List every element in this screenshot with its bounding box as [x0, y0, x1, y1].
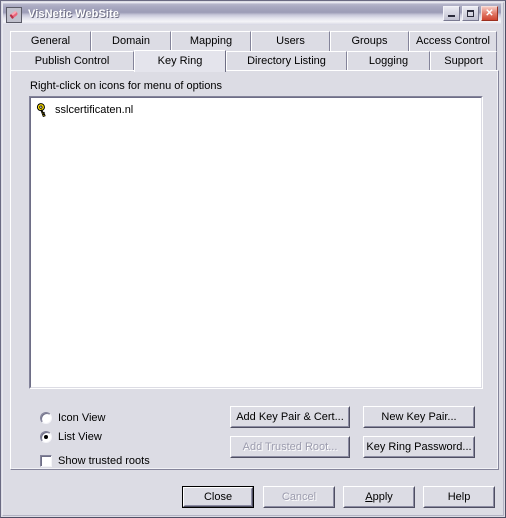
key-ring-password-label: Key Ring Password...: [364, 437, 474, 457]
tab-users[interactable]: Users: [251, 31, 330, 51]
maximize-button[interactable]: [462, 6, 479, 21]
minimize-icon: [448, 15, 455, 17]
panel-hint-text: Right-click on icons for menu of options: [30, 80, 222, 92]
radio-icon-view[interactable]: Icon View: [40, 408, 150, 427]
tab-key-ring[interactable]: Key Ring: [134, 50, 226, 72]
checkbox-show-trusted-roots[interactable]: Show trusted roots: [40, 451, 150, 470]
window-controls: ✕: [443, 6, 498, 21]
tab-label: Support: [444, 55, 483, 67]
tab-publish-control[interactable]: Publish Control: [10, 51, 134, 71]
tab-label: Groups: [351, 35, 388, 47]
radio-list-view-indicator[interactable]: [40, 430, 52, 443]
help-button[interactable]: Help: [423, 486, 495, 508]
close-dialog-button[interactable]: Close: [182, 486, 254, 508]
list-item-label: sslcertificaten.nl: [55, 104, 134, 116]
tab-label: Users: [276, 35, 305, 47]
radio-list-view[interactable]: List View: [40, 427, 150, 446]
tab-domain[interactable]: Domain: [91, 31, 171, 51]
key-icon: [35, 102, 51, 118]
minimize-button[interactable]: [443, 6, 460, 21]
key-ring-list-surface[interactable]: sslcertificaten.nl: [30, 97, 482, 388]
radio-list-view-label: List View: [58, 430, 102, 443]
radio-icon-view-label: Icon View: [58, 411, 106, 424]
close-button[interactable]: ✕: [481, 6, 498, 21]
tab-mapping[interactable]: Mapping: [171, 31, 251, 51]
view-options-group: Icon View List View Show trusted roots: [40, 408, 150, 470]
tab-support[interactable]: Support: [430, 51, 497, 71]
tab-groups[interactable]: Groups: [330, 31, 409, 51]
add-trusted-root-label: Add Trusted Root...: [231, 437, 349, 457]
key-ring-list[interactable]: sslcertificaten.nl: [29, 96, 483, 389]
tab-row-2: Publish Control Key Ring Directory Listi…: [10, 50, 499, 72]
maximize-icon: [467, 10, 474, 17]
panel-inner-frame: Right-click on icons for menu of options…: [11, 71, 498, 469]
tab-label: Logging: [368, 55, 409, 67]
checkbox-show-trusted-roots-label: Show trusted roots: [58, 454, 150, 467]
apply-label: Apply: [344, 487, 414, 507]
title-bar[interactable]: VisNetic WebSite ✕: [3, 3, 501, 25]
help-label: Help: [424, 487, 494, 507]
apply-label-rest: pply: [372, 491, 393, 503]
new-key-pair-label: New Key Pair...: [364, 407, 474, 427]
close-dialog-label: Close: [184, 488, 252, 506]
list-item[interactable]: sslcertificaten.nl: [35, 101, 136, 119]
apply-mnemonic: A: [365, 491, 373, 503]
window-title: VisNetic WebSite: [28, 8, 120, 20]
key-ring-password-button[interactable]: Key Ring Password...: [363, 436, 475, 458]
key-ring-panel: Right-click on icons for menu of options…: [10, 70, 499, 470]
tab-label: Access Control: [416, 35, 490, 47]
application-window: VisNetic WebSite ✕ General Domain Mappin…: [0, 0, 506, 518]
cancel-dialog-button[interactable]: Cancel: [263, 486, 335, 508]
keyring-app-icon: [6, 7, 22, 23]
radio-icon-view-indicator[interactable]: [40, 411, 52, 424]
tab-label: Mapping: [189, 35, 233, 47]
tab-strip: General Domain Mapping Users Groups Acce…: [10, 31, 499, 72]
apply-button[interactable]: Apply: [343, 486, 415, 508]
new-key-pair-button[interactable]: New Key Pair...: [363, 406, 475, 428]
tab-access-control[interactable]: Access Control: [409, 31, 497, 51]
radio-dot: [44, 434, 48, 439]
tab-label: Domain: [112, 35, 150, 47]
tab-general[interactable]: General: [10, 31, 91, 51]
tab-row-1: General Domain Mapping Users Groups Acce…: [10, 31, 499, 51]
tab-label: Key Ring: [157, 55, 203, 67]
tab-label: Publish Control: [34, 55, 110, 67]
close-icon: ✕: [485, 8, 494, 19]
add-key-pair-cert-button[interactable]: Add Key Pair & Cert...: [230, 406, 350, 428]
tab-logging[interactable]: Logging: [347, 51, 430, 71]
checkbox-show-trusted-roots-indicator[interactable]: [40, 454, 52, 467]
tab-label: Directory Listing: [247, 55, 326, 67]
tab-directory-listing[interactable]: Directory Listing: [226, 51, 347, 71]
tab-label: General: [30, 35, 71, 47]
add-trusted-root-button[interactable]: Add Trusted Root...: [230, 436, 350, 458]
cancel-dialog-label: Cancel: [264, 487, 334, 507]
add-key-pair-cert-label: Add Key Pair & Cert...: [231, 407, 349, 427]
close-dialog-inner: Close: [183, 487, 253, 507]
